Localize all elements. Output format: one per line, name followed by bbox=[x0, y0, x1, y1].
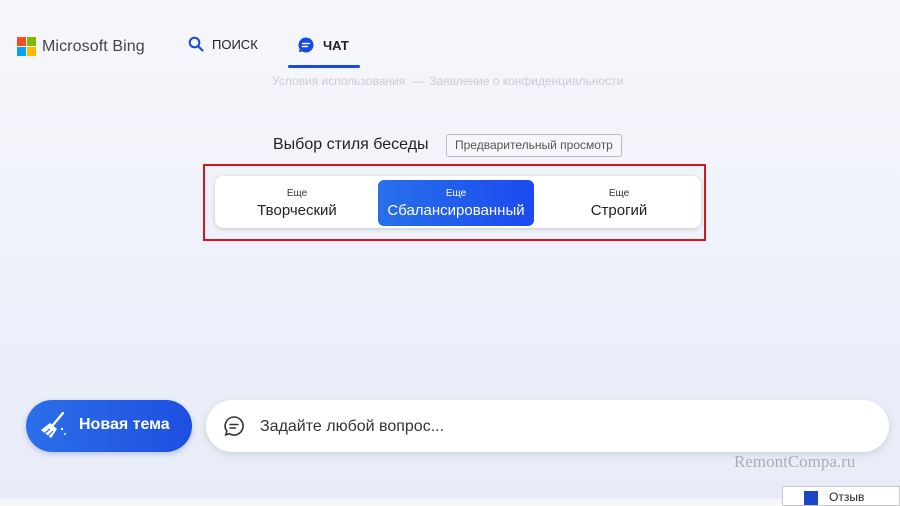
chat-bubble-icon bbox=[297, 36, 315, 54]
search-icon bbox=[188, 36, 204, 52]
tone-selector: Еще Творческий Еще Сбалансированный Еще … bbox=[215, 176, 701, 228]
privacy-link[interactable]: Заявление о конфиденциальности bbox=[429, 74, 623, 88]
tone-label: Строгий bbox=[590, 201, 648, 219]
chat-icon bbox=[223, 415, 245, 442]
tone-label: Сбалансированный bbox=[387, 201, 525, 219]
legal-links: Условия использования — Заявление о конфид… bbox=[272, 74, 623, 88]
feedback-label: Отзыв bbox=[829, 490, 865, 504]
feedback-icon bbox=[804, 491, 818, 505]
separator: — bbox=[411, 74, 424, 88]
nav-search-label: ПОИСК bbox=[212, 36, 258, 52]
nav-search[interactable]: ПОИСК bbox=[188, 36, 258, 52]
new-topic-label: Новая тема bbox=[79, 416, 170, 433]
tone-more-label: Еще bbox=[286, 187, 308, 199]
active-tab-indicator bbox=[288, 65, 360, 68]
nav-chat[interactable]: ЧАТ bbox=[297, 36, 349, 54]
top-header: Microsoft Bing ПОИСК ЧАТ bbox=[0, 0, 900, 70]
logo-text: Microsoft Bing bbox=[42, 37, 145, 55]
tone-creative-button[interactable]: Еще Творческий bbox=[219, 180, 375, 226]
broom-icon bbox=[38, 411, 68, 446]
bing-logo[interactable]: Microsoft Bing bbox=[17, 37, 145, 56]
microsoft-logo-icon bbox=[17, 37, 36, 56]
ask-input[interactable] bbox=[258, 413, 862, 441]
tone-more-label: Еще bbox=[608, 187, 630, 199]
tone-precise-button[interactable]: Еще Строгий bbox=[541, 180, 697, 226]
terms-link[interactable]: Условия использования bbox=[272, 74, 405, 88]
nav-chat-label: ЧАТ bbox=[323, 37, 349, 53]
feedback-button[interactable]: Отзыв bbox=[782, 486, 900, 506]
watermark-text: RemontCompa.ru bbox=[734, 452, 856, 471]
tone-balanced-button[interactable]: Еще Сбалансированный bbox=[378, 180, 534, 226]
tone-selector-title: Выбор стиля беседы bbox=[273, 136, 429, 153]
ask-box[interactable] bbox=[206, 400, 889, 452]
new-topic-button[interactable]: Новая тема bbox=[26, 400, 192, 452]
preview-badge: Предварительный просмотр bbox=[446, 134, 622, 157]
tone-label: Творческий bbox=[257, 201, 337, 219]
tone-more-label: Еще bbox=[445, 187, 467, 199]
